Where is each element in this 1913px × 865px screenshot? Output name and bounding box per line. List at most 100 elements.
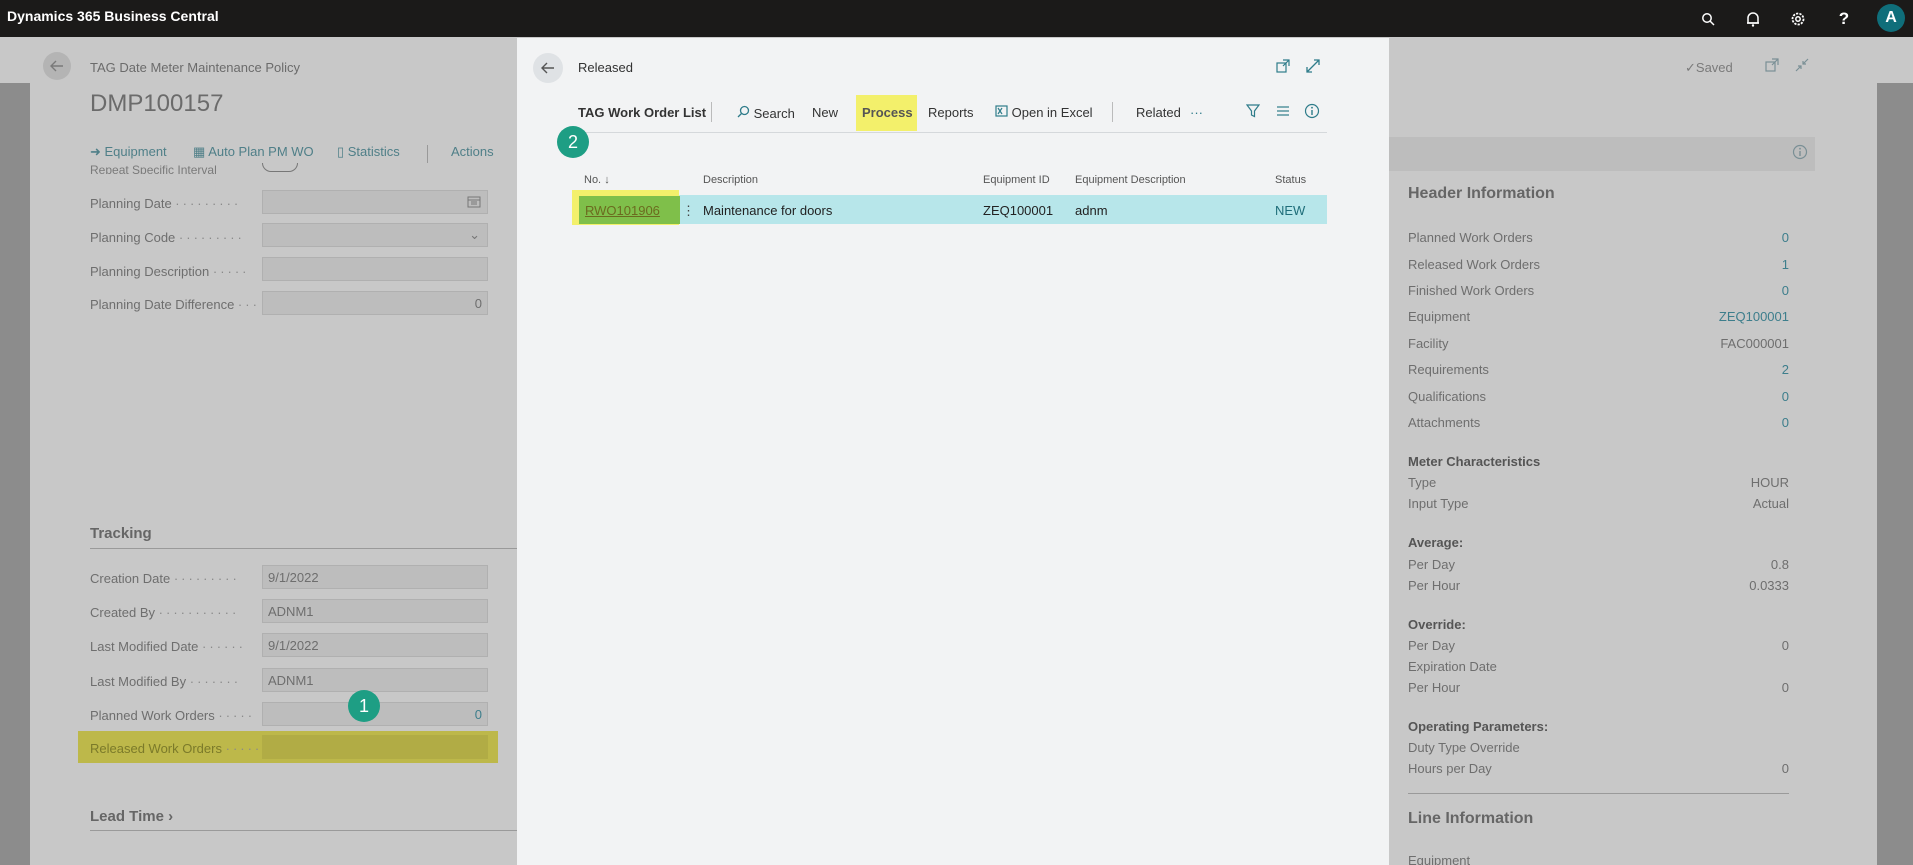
fb-equipment-label: Equipment — [1408, 309, 1471, 324]
column-equipment-id[interactable]: Equipment ID — [983, 174, 1050, 186]
planning-code-select[interactable]: ⌄ — [262, 223, 488, 247]
override-title: Override: — [1408, 617, 1466, 632]
column-no[interactable]: No. ↓ — [584, 174, 610, 186]
tracking-heading[interactable]: Tracking — [90, 525, 152, 542]
fb-hours-per-day-label: Hours per Day — [1408, 761, 1492, 776]
released-work-orders-dialog — [517, 38, 1389, 865]
fb-avg-per-day-label: Per Day — [1408, 557, 1455, 572]
expand-icon[interactable] — [1306, 59, 1320, 76]
released-work-orders-input[interactable] — [262, 735, 488, 759]
annotation-badge-2: 2 — [557, 126, 589, 158]
gear-icon[interactable] — [1787, 8, 1809, 30]
statistics-label: Statistics — [347, 144, 400, 159]
equipment-icon: ➜ — [90, 144, 105, 159]
saved-status: ✓Saved — [1685, 60, 1733, 75]
page-title: DMP100157 — [90, 90, 224, 117]
toolbar-divider-2 — [1112, 102, 1113, 122]
reports-action[interactable]: Reports — [928, 105, 974, 120]
dialog-info-icon[interactable] — [1304, 103, 1320, 122]
sort-arrow-icon: ↓ — [604, 174, 610, 186]
average-title: Average: — [1408, 535, 1464, 550]
fb-input-type-label: Input Type — [1408, 496, 1469, 511]
fb-avg-per-hour-label: Per Hour — [1408, 578, 1461, 593]
fb-input-type-value: Actual — [1752, 496, 1789, 511]
column-status[interactable]: Status — [1275, 174, 1306, 186]
fb-attachments-value[interactable]: 0 — [1782, 415, 1789, 430]
fb-qualifications-value[interactable]: 0 — [1782, 389, 1789, 404]
open-in-excel-action[interactable]: Open in Excel — [995, 105, 1093, 120]
list-title[interactable]: TAG Work Order List — [578, 105, 706, 120]
auto-plan-label: Auto Plan PM WO — [208, 144, 314, 159]
created-by-input[interactable]: ADNM1 — [262, 599, 488, 623]
tracking-divider — [90, 548, 517, 549]
equipment-action[interactable]: ➜ Equipment — [90, 144, 167, 160]
created-by-label: Created By ··········· — [90, 605, 240, 620]
new-action[interactable]: New — [812, 105, 838, 120]
collapse-icon[interactable] — [1795, 58, 1809, 75]
search-icon[interactable] — [1697, 8, 1719, 30]
lead-time-heading[interactable]: Lead Time › — [90, 808, 173, 825]
info-icon[interactable] — [1792, 144, 1808, 163]
breadcrumb: TAG Date Meter Maintenance Policy — [90, 60, 301, 75]
planning-date-input[interactable] — [262, 190, 488, 214]
help-icon[interactable]: ? — [1833, 8, 1855, 30]
fb-finished-value[interactable]: 0 — [1782, 283, 1789, 298]
fb-avg-per-hour-value: 0.0333 — [1749, 578, 1789, 593]
action-divider — [427, 145, 428, 163]
fb-hours-per-day-value: 0 — [1781, 761, 1789, 776]
chevron-right-icon: › — [168, 808, 174, 825]
fb-attachments-label: Attachments — [1408, 415, 1481, 430]
open-in-excel-label: Open in Excel — [1011, 105, 1093, 120]
fb-line-equipment-label: Equipment — [1408, 853, 1471, 865]
header-information-title: Header Information — [1408, 185, 1555, 202]
last-modified-date-input[interactable]: 9/1/2022 — [262, 633, 488, 657]
top-bar: Dynamics 365 Business Central ? A — [0, 0, 1913, 37]
fb-requirements-label: Requirements — [1408, 362, 1489, 377]
cell-status: NEW — [1275, 203, 1306, 218]
filter-icon[interactable] — [1245, 104, 1261, 121]
toggle-switch[interactable] — [262, 163, 300, 174]
search-action[interactable]: Search — [737, 105, 795, 121]
cell-equipment-description: adnm — [1075, 203, 1108, 218]
creation-date-input[interactable]: 9/1/2022 — [262, 565, 488, 589]
open-new-window-icon[interactable] — [1765, 58, 1779, 75]
bell-icon[interactable] — [1742, 8, 1764, 30]
calendar-icon: ▦ — [193, 144, 209, 159]
fb-requirements-value[interactable]: 2 — [1782, 362, 1789, 377]
calendar-icon[interactable] — [467, 195, 481, 211]
more-options[interactable]: ··· — [1190, 105, 1203, 120]
back-button[interactable] — [43, 52, 71, 80]
column-equipment-description[interactable]: Equipment Description — [1075, 174, 1186, 186]
excel-icon — [995, 105, 1008, 120]
app-title: Dynamics 365 Business Central — [7, 8, 219, 24]
statistics-action[interactable]: ▯ Statistics — [337, 144, 400, 160]
planning-date-difference-input[interactable]: 0 — [262, 291, 488, 315]
fb-released-value[interactable]: 1 — [1782, 257, 1789, 272]
line-information-title: Line Information — [1408, 810, 1534, 827]
meter-characteristics-title: Meter Characteristics — [1408, 454, 1541, 469]
auto-plan-action[interactable]: ▦ Auto Plan PM WO — [193, 144, 314, 160]
last-modified-by-input[interactable]: ADNM1 — [262, 668, 488, 692]
fb-equipment-value[interactable]: ZEQ100001 — [1719, 309, 1789, 324]
work-order-no-link[interactable]: RWO101906 — [585, 203, 660, 218]
dialog-open-new-window-icon[interactable] — [1276, 59, 1290, 76]
fb-qualifications-label: Qualifications — [1408, 389, 1487, 404]
related-action[interactable]: Related — [1136, 105, 1181, 120]
document-icon: ▯ — [337, 144, 348, 159]
process-action[interactable]: Process — [862, 105, 913, 120]
column-description[interactable]: Description — [703, 174, 758, 186]
dialog-back-button[interactable] — [533, 53, 563, 83]
row-actions-icon[interactable]: ⋮ — [682, 203, 695, 219]
field-planning-date-difference-label: Planning Date Difference ··· — [90, 297, 260, 312]
fb-ovr-per-day-label: Per Day — [1408, 638, 1455, 653]
cell-description: Maintenance for doors — [703, 203, 833, 218]
list-view-icon[interactable] — [1276, 105, 1290, 120]
planning-description-input[interactable] — [262, 257, 488, 281]
actions-menu[interactable]: Actions — [451, 144, 494, 159]
check-icon: ✓ — [1685, 60, 1696, 75]
fb-facility-value: FAC000001 — [1720, 336, 1789, 351]
last-modified-date-label: Last Modified Date ······ — [90, 639, 247, 654]
fb-planned-value[interactable]: 0 — [1782, 230, 1789, 245]
fb-ovr-per-hour-value: 0 — [1781, 680, 1789, 695]
avatar[interactable]: A — [1877, 4, 1905, 32]
